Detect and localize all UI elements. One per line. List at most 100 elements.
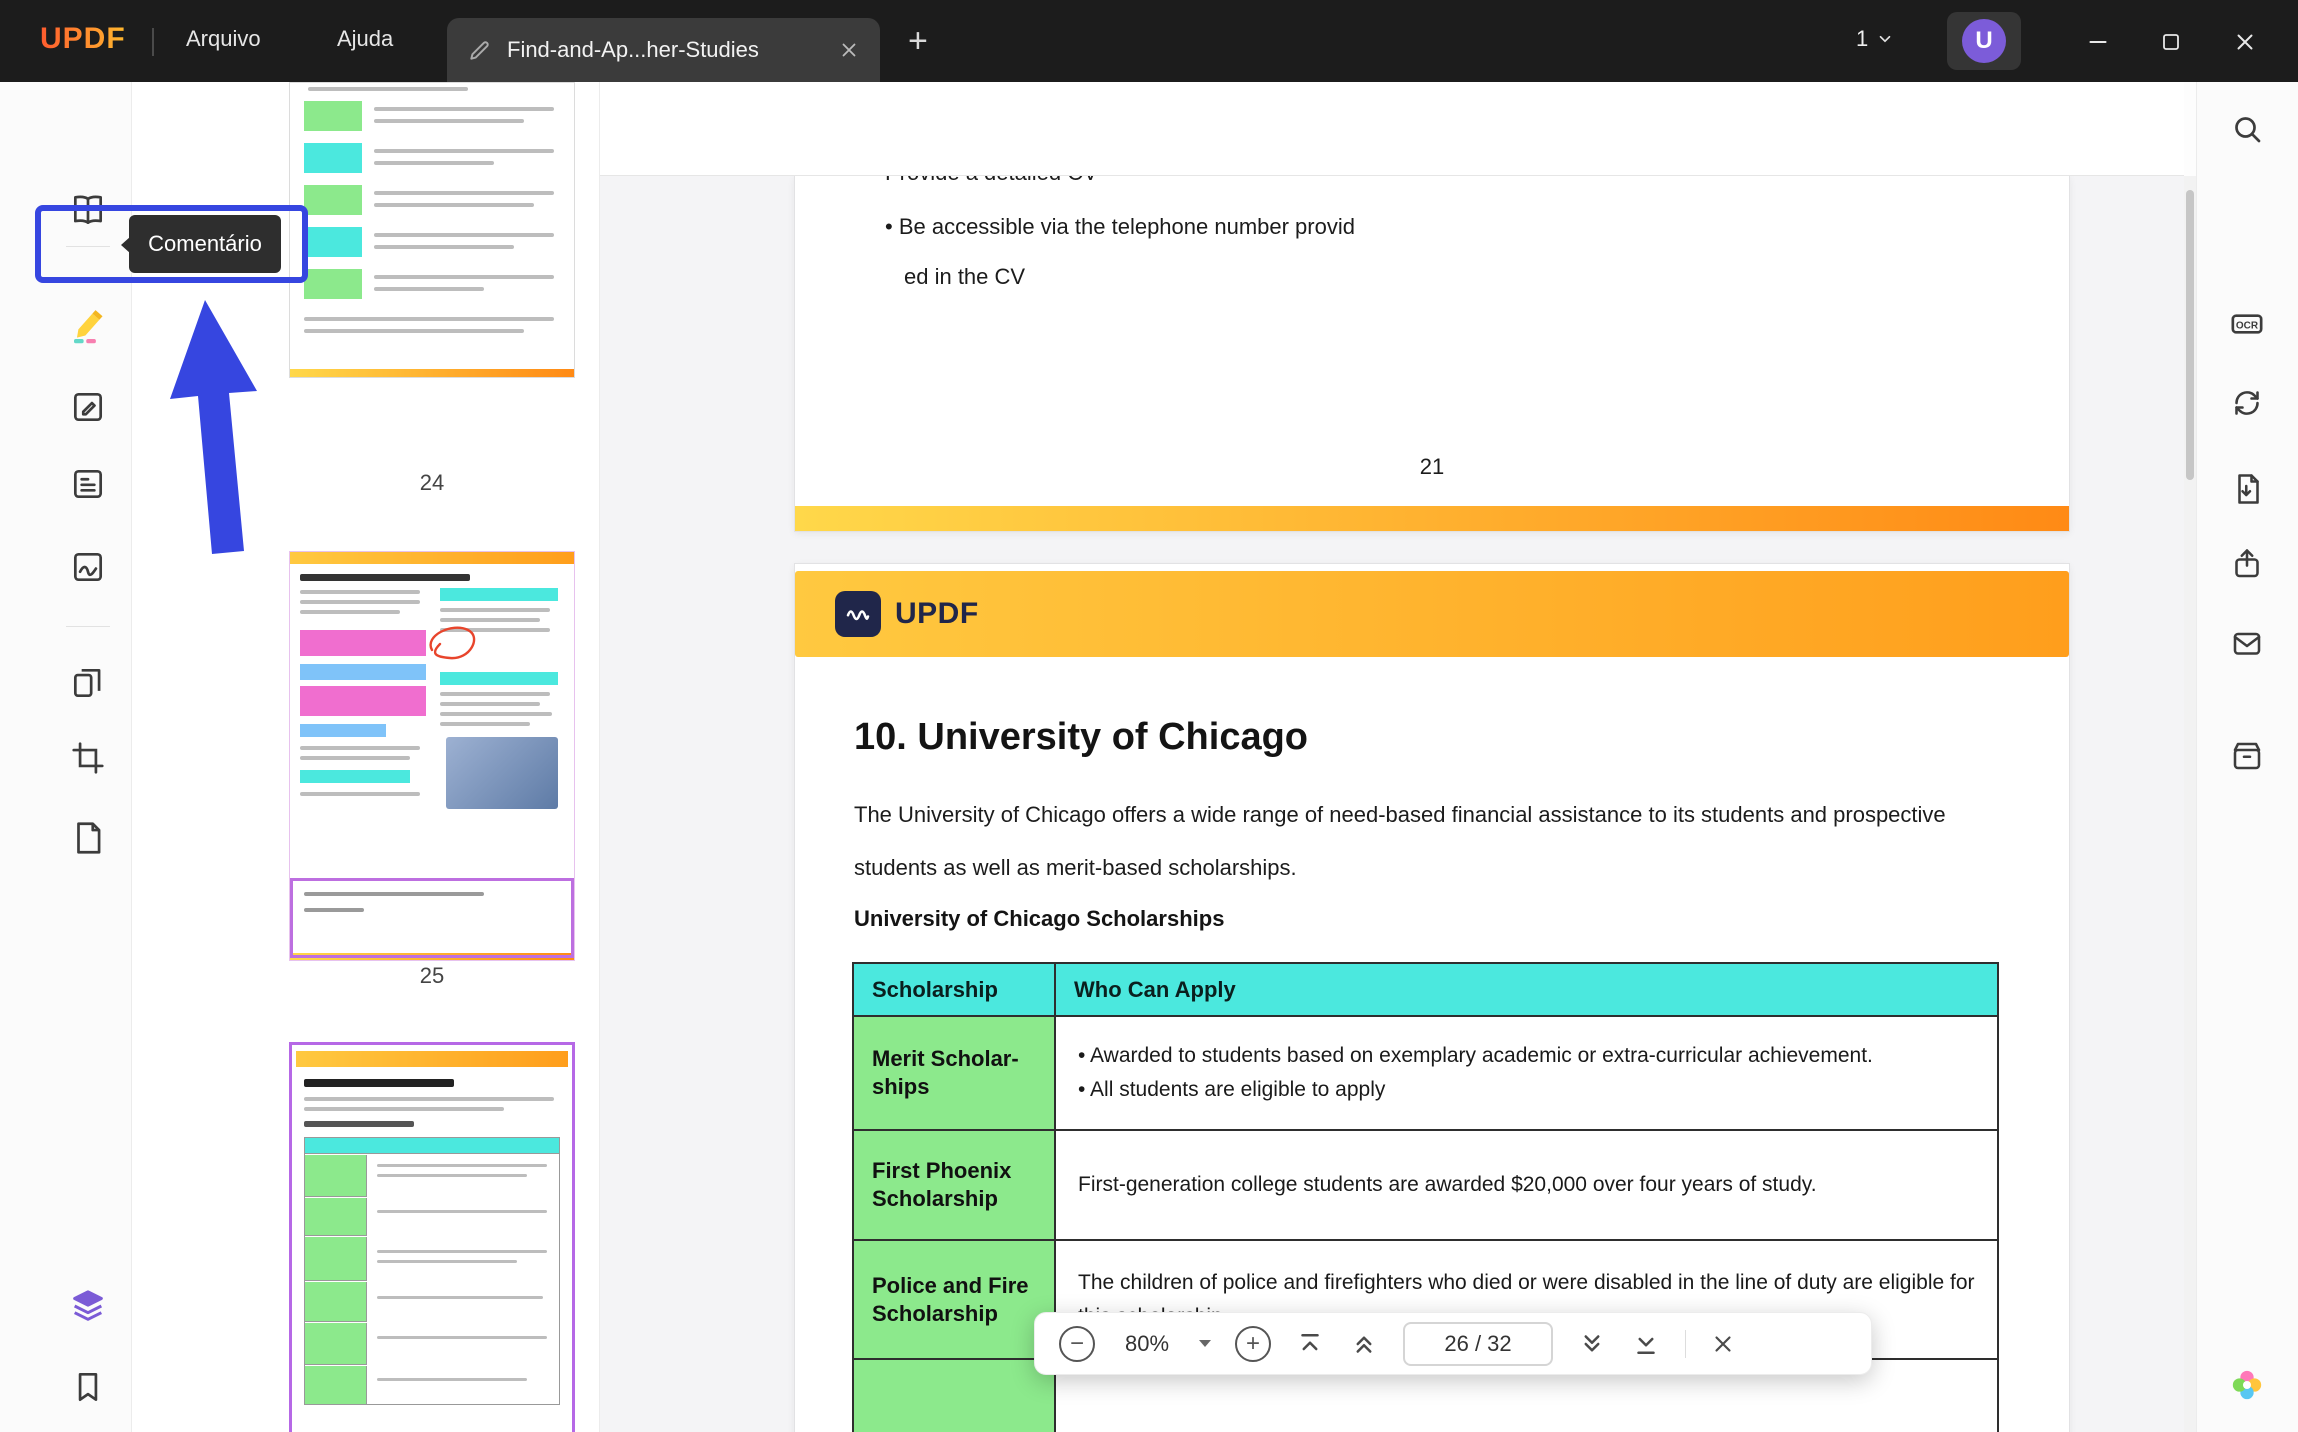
page-number-input[interactable]: 26 / 32 [1403, 1321, 1553, 1366]
document-tab[interactable]: Find-and-Ap...her-Studies [447, 18, 880, 82]
thumb-cell [304, 185, 362, 215]
row-desc-cell: First-generation college students are aw… [1054, 1129, 1999, 1241]
layers-panel-button[interactable] [60, 1278, 116, 1334]
document-viewport: Provide a detailed CV • Be accessible vi… [600, 176, 2184, 1432]
chevron-down-to-line-icon [1637, 1337, 1655, 1354]
close-icon [2237, 34, 2253, 50]
thumb-footer-band [290, 953, 574, 960]
table-row: First Phoenix Scholarship First-generati… [852, 1129, 1999, 1241]
tab-title: Find-and-Ap...her-Studies [507, 37, 759, 62]
section-heading: 10. University of Chicago [854, 716, 1309, 758]
table-header-row: Scholarship Who Can Apply [852, 962, 1999, 1017]
col-header-who-can-apply: Who Can Apply [1054, 962, 1999, 1017]
thumb-photo [446, 737, 558, 809]
envelope-icon [2233, 632, 2261, 655]
col-header-scholarship: Scholarship [852, 962, 1056, 1017]
previous-view-button[interactable] [1349, 1329, 1379, 1359]
tab-close-icon[interactable] [838, 39, 860, 61]
thumbnail-page-26[interactable] [289, 1042, 575, 1432]
zoom-out-button[interactable]: − [1059, 1325, 1095, 1362]
minimize-button[interactable] [2076, 20, 2120, 64]
page26-header-banner: UPDF [795, 571, 2069, 657]
thumb-highlight-cyan [440, 672, 558, 685]
share-icon [2235, 549, 2259, 578]
ai-assistant-button[interactable] [2219, 1357, 2275, 1413]
export-page-button[interactable] [2219, 461, 2275, 517]
layers-icon [73, 1290, 103, 1321]
zoom-in-button[interactable]: + [1235, 1325, 1271, 1362]
avatar: U [1962, 19, 2006, 63]
thumb-cell [304, 143, 362, 173]
rail-divider [66, 626, 110, 627]
close-icon [1715, 1335, 1731, 1352]
tab-pen-icon [467, 37, 493, 63]
thumb-text-line [308, 87, 468, 91]
last-page-button[interactable] [1631, 1329, 1661, 1359]
row-desc-cell: • Awarded to students based on exemplary… [1054, 1015, 1999, 1131]
convert-button[interactable] [2219, 375, 2275, 431]
convert-arrows-icon [2235, 391, 2259, 415]
organize-pages-button[interactable] [60, 655, 116, 711]
signature-icon [73, 552, 103, 582]
thumb-highlight-blue [300, 664, 426, 680]
search-button[interactable] [2219, 101, 2275, 157]
pages-icon [73, 668, 101, 698]
page21-bullet-line: • Be accessible via the telephone number… [885, 214, 1355, 239]
first-page-button[interactable] [1295, 1329, 1325, 1359]
bookmark-panel-button[interactable] [60, 1359, 116, 1415]
table-row: Merit Scholar- ships • Awarded to studen… [852, 1015, 1999, 1131]
pdf-page-21: Provide a detailed CV • Be accessible vi… [795, 176, 2069, 531]
extract-tool-button[interactable] [60, 810, 116, 866]
titlebar: UPDF Arquivo Ajuda Find-and-Ap...her-Stu… [0, 0, 2298, 82]
thumbnail-page-25[interactable] [289, 551, 575, 961]
ai-flower-icon [2232, 1370, 2262, 1400]
thumb-footer-band [290, 369, 574, 377]
row-name-cell: Merit Scholar- ships [852, 1015, 1056, 1131]
scrollbar-thumb[interactable] [2186, 190, 2194, 480]
minimize-icon [2089, 41, 2107, 43]
account-button[interactable]: U [1947, 12, 2021, 70]
highlighter-comment-icon [74, 310, 103, 344]
crop-tool-button[interactable] [60, 730, 116, 786]
thumb-header-band [290, 552, 574, 564]
menu-ajuda[interactable]: Ajuda [337, 26, 393, 52]
thumb-highlight-cyan [300, 770, 410, 783]
thumbnail-page-24[interactable] [289, 82, 575, 378]
updf-brand-text: UPDF [895, 597, 979, 630]
thumb-cell [304, 269, 362, 299]
updf-brand-icon [835, 591, 881, 637]
archive-button[interactable] [2219, 728, 2275, 784]
zoom-dropdown-icon[interactable] [1199, 1340, 1211, 1347]
maximize-button[interactable] [2149, 20, 2193, 64]
bookmark-icon [78, 1372, 98, 1402]
sign-tool-button[interactable] [60, 539, 116, 595]
page21-continuation-line: ed in the CV [904, 264, 1026, 289]
menu-arquivo[interactable]: Arquivo [186, 26, 261, 52]
comment-tool-button[interactable] [60, 297, 116, 353]
thumb-cell [304, 101, 362, 131]
edit-pdf-button[interactable] [60, 379, 116, 435]
window-count-value: 1 [1856, 26, 1869, 51]
chevron-down-icon [1879, 35, 1891, 43]
share-button[interactable] [2219, 536, 2275, 592]
zoombar-divider [1685, 1329, 1686, 1358]
tooltip-label: Comentário [148, 231, 262, 256]
mail-button[interactable] [2219, 615, 2275, 671]
thumbnail-label-25: 25 [419, 963, 445, 988]
close-button[interactable] [2223, 20, 2267, 64]
desc-line: • All students are eligible to apply [1078, 1078, 1386, 1101]
chevrons-down-icon [1584, 1334, 1600, 1351]
zoom-level: 80% [1124, 1330, 1170, 1356]
form-tool-button[interactable] [60, 456, 116, 512]
ocr-button[interactable]: OCR [2219, 296, 2275, 352]
next-view-button[interactable] [1577, 1329, 1607, 1359]
new-tab-button[interactable]: + [908, 22, 928, 60]
window-count-dropdown[interactable]: 1 [1856, 26, 1894, 52]
annotation-toolbar: S U T T T [600, 82, 2184, 231]
close-zoombar-button[interactable] [1710, 1331, 1736, 1357]
search-icon [2235, 117, 2261, 143]
thumb-subtitle-line [304, 1121, 414, 1127]
row-name-cell: First Phoenix Scholarship [852, 1129, 1056, 1241]
desc-line: First-generation college students are aw… [1078, 1173, 1817, 1196]
document-scrollbar[interactable] [2184, 176, 2196, 1432]
